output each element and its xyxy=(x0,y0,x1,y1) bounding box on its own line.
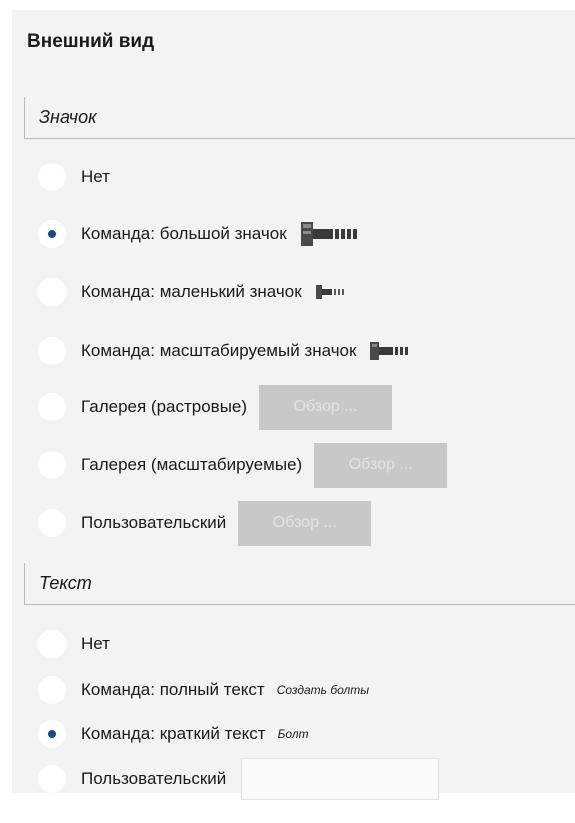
option-label: Команда: маленький значок xyxy=(81,282,302,301)
icon-group-header: Значок xyxy=(24,97,575,139)
appearance-panel: Внешний вид Значок Нет Команда: большой … xyxy=(12,10,575,800)
radio-button[interactable] xyxy=(38,720,66,748)
text-preview: Болт xyxy=(277,727,309,741)
text-option-custom[interactable]: Пользовательский xyxy=(38,758,440,800)
option-label: Галерея (масштабируемые) xyxy=(81,455,303,474)
radio-selected-dot xyxy=(48,230,56,238)
option-label: Команда: большой значок xyxy=(81,224,287,243)
text-option-short[interactable]: Команда: краткий текст Болт xyxy=(38,719,309,749)
icon-option-scalable[interactable]: Команда: масштабируемый значок xyxy=(38,336,412,366)
browse-button[interactable]: Обзор ... xyxy=(259,384,393,430)
text-preview: Создать болты xyxy=(276,683,370,697)
option-label: Нет xyxy=(81,634,110,653)
browse-button[interactable]: Обзор ... xyxy=(238,500,372,546)
bolt-scalable-icon xyxy=(370,342,409,360)
radio-button[interactable] xyxy=(38,630,66,658)
icon-option-gallery-scalable[interactable]: Галерея (масштабируемые) Обзор ... xyxy=(38,442,448,488)
text-group-heading: Текст xyxy=(39,573,92,593)
icon-option-custom[interactable]: Пользовательский Обзор ... xyxy=(38,500,372,546)
radio-button[interactable] xyxy=(38,676,66,704)
icon-option-none[interactable]: Нет xyxy=(38,162,110,192)
option-label: Пользовательский xyxy=(81,769,227,788)
bolt-large-icon xyxy=(300,222,357,246)
text-option-full[interactable]: Команда: полный текст Создать болты xyxy=(38,675,369,705)
radio-button[interactable] xyxy=(38,278,66,306)
bolt-small-icon xyxy=(315,285,344,299)
radio-button[interactable] xyxy=(38,765,66,793)
icon-option-small[interactable]: Команда: маленький значок xyxy=(38,277,348,307)
radio-button[interactable] xyxy=(38,451,66,479)
radio-button[interactable] xyxy=(38,509,66,537)
option-label: Нет xyxy=(81,167,110,186)
icon-option-gallery-raster[interactable]: Галерея (растровые) Обзор ... xyxy=(38,384,393,430)
radio-button[interactable] xyxy=(38,220,66,248)
option-label: Пользовательский xyxy=(81,513,227,532)
option-label: Команда: полный текст xyxy=(81,680,265,699)
text-group-header: Текст xyxy=(24,563,575,605)
option-label: Галерея (растровые) xyxy=(81,397,248,416)
radio-selected-dot xyxy=(48,730,56,738)
custom-text-input[interactable] xyxy=(241,758,440,800)
option-label: Команда: масштабируемый значок xyxy=(81,341,357,360)
icon-group-heading: Значок xyxy=(39,107,97,127)
option-label: Команда: краткий текст xyxy=(81,724,266,743)
browse-button[interactable]: Обзор ... xyxy=(314,442,448,488)
radio-button[interactable] xyxy=(38,393,66,421)
radio-button[interactable] xyxy=(38,163,66,191)
section-title: Внешний вид xyxy=(27,31,155,52)
radio-button[interactable] xyxy=(38,337,66,365)
icon-option-large[interactable]: Команда: большой значок xyxy=(38,219,363,249)
text-option-none[interactable]: Нет xyxy=(38,629,110,659)
